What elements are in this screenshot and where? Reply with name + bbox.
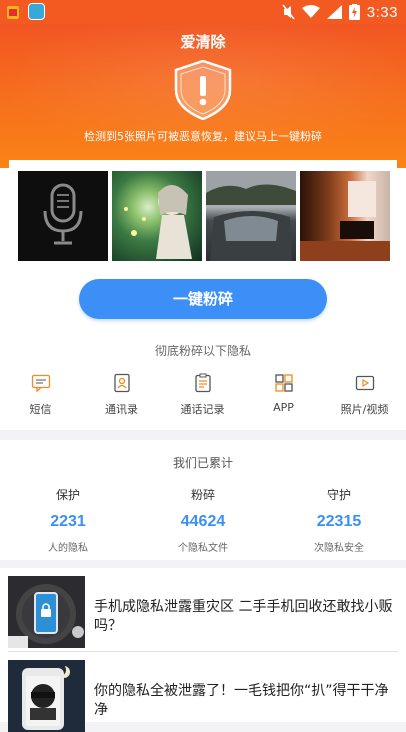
news-list: 手机成隐私泄露重灾区 二手手机回收还敢找小贩吗？ 你的隐私全被泄露了！一毛钱把你… [0,568,406,732]
category-contacts[interactable]: 通讯录 [81,373,162,417]
divider [8,651,398,652]
stat-key: 守护 [326,488,351,502]
room-image [300,181,390,261]
battery-charging-icon [348,4,360,20]
call-log-icon [194,373,211,393]
photo-thumbnail[interactable] [112,171,202,261]
stat-value: 2231 [50,513,86,530]
category-call-log[interactable]: 通话记录 [162,373,243,417]
stat-key: 保护 [55,488,80,502]
category-sms[interactable]: 短信 [0,373,81,417]
car-image [206,171,296,261]
anime-figure-image [124,184,192,259]
stat-value: 22315 [316,513,362,530]
stat-unit: 个隐私文件 [178,543,228,554]
category-label: 照片/视频 [340,403,389,416]
category-label: 短信 [29,403,52,416]
news-item[interactable]: 你的隐私全被泄露了！一毛钱把你“扒”得干干净净 [8,660,398,732]
contacts-icon [113,373,130,393]
category-photo-video[interactable]: 照片/视频 [324,373,405,417]
notification-app-icon [7,6,19,19]
news-thumbnail [8,660,85,732]
photo-thumbnail[interactable] [206,171,296,261]
privacy-categories: 短信 通讯录 通话记录 APP 照片/视频 [0,373,406,417]
news-thumbnail [8,576,85,648]
category-label: 通讯录 [105,403,138,416]
shield-warning-icon [174,60,232,120]
app-grid-icon [274,374,293,392]
warning-text: 检测到5张照片可被恶意恢复，建议马上一键粉碎 [84,130,322,143]
stat-unit: 次隐私安全 [314,543,364,554]
notification-browser-icon [28,3,45,20]
sms-icon [31,374,50,393]
cumulative-stats: 我们已累计 保护 2231 人的隐私 粉碎 44624 个隐私文件 守护 223… [0,440,406,560]
one-click-shred-button[interactable]: 一键粉碎 [79,279,327,319]
signal-icon [326,5,342,19]
mute-icon [282,4,295,20]
app-title: 爱清除 [180,33,226,51]
hero-banner: 爱清除 检测到5张照片可被恶意恢复，建议马上一键粉碎 [0,24,406,168]
category-label: APP [273,401,294,414]
recoverable-photos [18,171,390,261]
stat-unit: 人的隐私 [48,543,88,554]
thief-phone-image [8,660,85,732]
microphone-icon [43,183,83,245]
shred-panel: 一键粉碎 彻底粉碎以下隐私 短信 通讯录 通话记录 APP 照片/视频 [0,168,406,430]
wifi-icon [301,5,320,18]
category-label: 通话记录 [180,403,225,416]
status-bar: 3:33 [0,0,406,24]
stats-heading: 我们已累计 [172,456,233,470]
stat-protected: 保护 2231 人的隐私 [3,486,133,554]
stat-shredded: 粉碎 44624 个隐私文件 [138,486,268,554]
stat-value: 44624 [180,513,226,530]
news-item[interactable]: 手机成隐私泄露重灾区 二手手机回收还敢找小贩吗？ [8,576,398,648]
photo-thumbnail[interactable] [300,171,390,261]
stat-key: 粉碎 [190,488,215,502]
news-title: 你的隐私全被泄露了！一毛钱把你“扒”得干干净净 [94,683,389,718]
phone-lock-image [8,576,85,648]
category-app[interactable]: APP [243,373,324,417]
photo-thumbnail[interactable] [18,171,108,261]
status-time: 3:33 [366,3,398,21]
shred-categories-heading: 彻底粉碎以下隐私 [154,344,251,358]
news-title: 手机成隐私泄露重灾区 二手手机回收还敢找小贩吗？ [94,599,393,634]
photo-video-icon [355,375,374,391]
stat-guarded: 守护 22315 次隐私安全 [274,486,404,554]
